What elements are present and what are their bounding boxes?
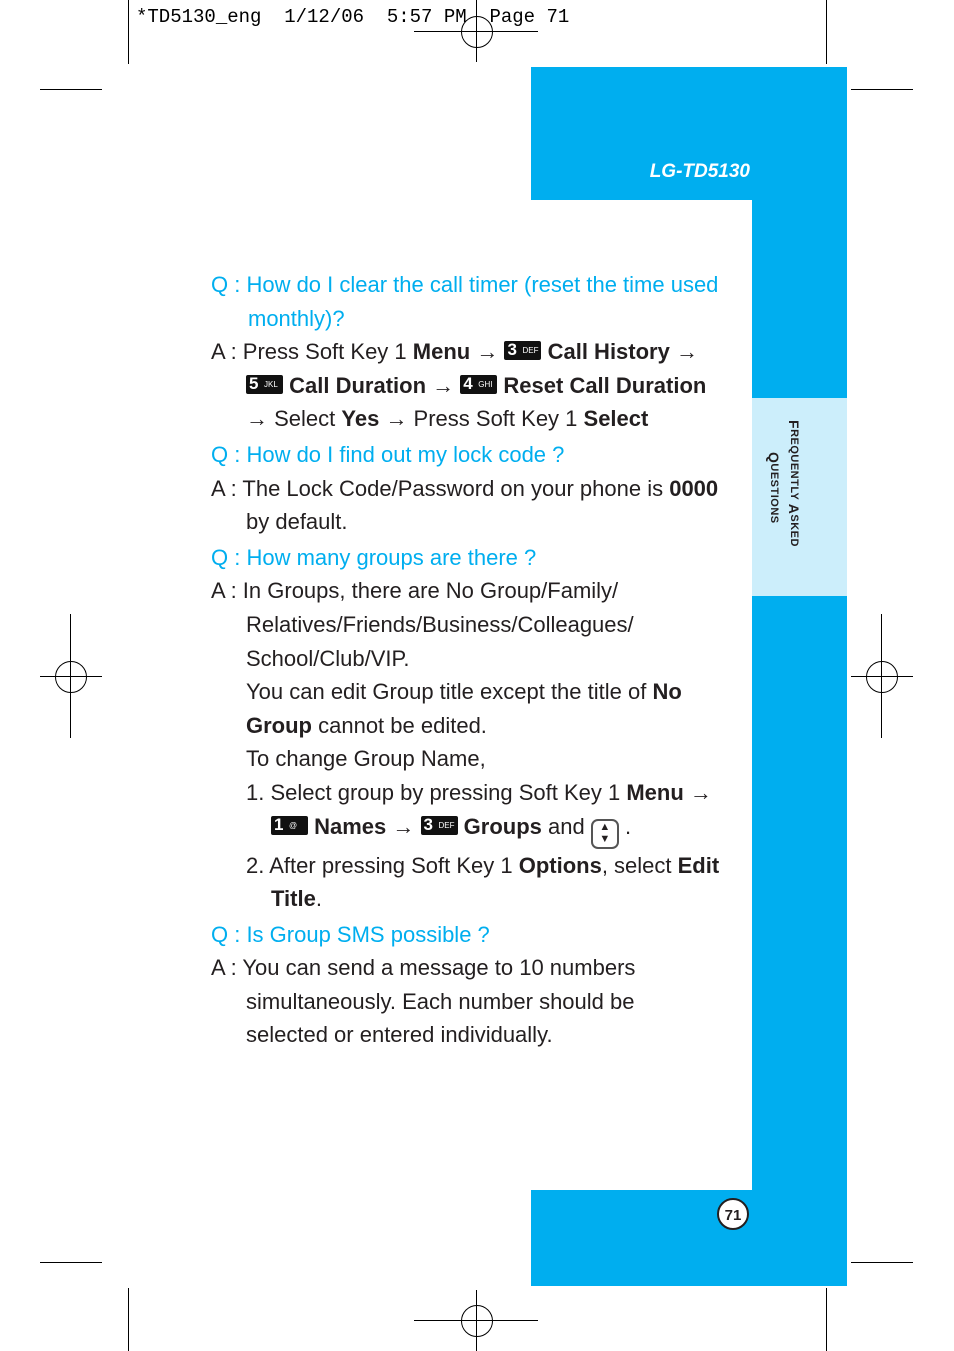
- footer-band: [531, 1190, 847, 1286]
- step: 2. After pressing Soft Key 1 Options, se…: [246, 852, 720, 912]
- faq-content: Q : How do I clear the call timer (reset…: [211, 268, 721, 1052]
- question: Q : How many groups are there ?: [211, 544, 537, 570]
- nav-up-down-icon: ▲ ▼: [590, 818, 619, 849]
- key-5-icon: 5 JKL: [246, 374, 283, 394]
- crop-mark: [128, 0, 129, 64]
- reg-circle: [55, 661, 87, 693]
- answer: A : You can send a message to 10 numbers…: [211, 955, 636, 1048]
- model-name: LG-TD5130: [649, 161, 750, 182]
- answer: A : Press Soft Key 1 Menu → 3 DEF Call Hi…: [211, 339, 707, 432]
- crop-mark: [851, 89, 913, 90]
- reg-circle: [461, 16, 493, 48]
- key-1-icon: 1 @: [271, 815, 308, 835]
- side-band: [752, 200, 847, 1286]
- section-tab-label: FREQUENTLY ASKED QUESTIONS: [766, 420, 802, 547]
- crop-mark: [40, 1262, 102, 1263]
- print-slug: *TD5130_eng 1/12/06 5:57 PM Page 71: [136, 6, 570, 28]
- crop-mark: [40, 89, 102, 90]
- crop-mark: [128, 1288, 129, 1351]
- key-3-icon: 3 DEF: [420, 815, 458, 835]
- page-number: 71: [717, 1198, 749, 1230]
- step: 1. Select group by pressing Soft Key 1 M…: [211, 776, 721, 849]
- crop-mark: [826, 1288, 827, 1351]
- answer-text: You can edit Group title except the titl…: [246, 679, 682, 738]
- question: Q : How do I find out my lock code ?: [211, 441, 565, 467]
- question: Q : Is Group SMS possible ?: [211, 921, 490, 947]
- key-3-icon: 3 DEF: [504, 340, 542, 361]
- key-4-icon: 4 GHI: [460, 374, 498, 394]
- crop-mark: [826, 0, 827, 64]
- question: Q : How do I clear the call timer (reset…: [211, 272, 719, 331]
- answer: A : In Groups, there are No Group/Family…: [211, 578, 634, 671]
- reg-circle: [461, 1305, 493, 1337]
- answer-text: To change Group Name,: [246, 746, 486, 772]
- answer: A : The Lock Code/Password on your phone…: [211, 475, 719, 535]
- crop-mark: [851, 1262, 913, 1263]
- reg-circle: [866, 661, 898, 693]
